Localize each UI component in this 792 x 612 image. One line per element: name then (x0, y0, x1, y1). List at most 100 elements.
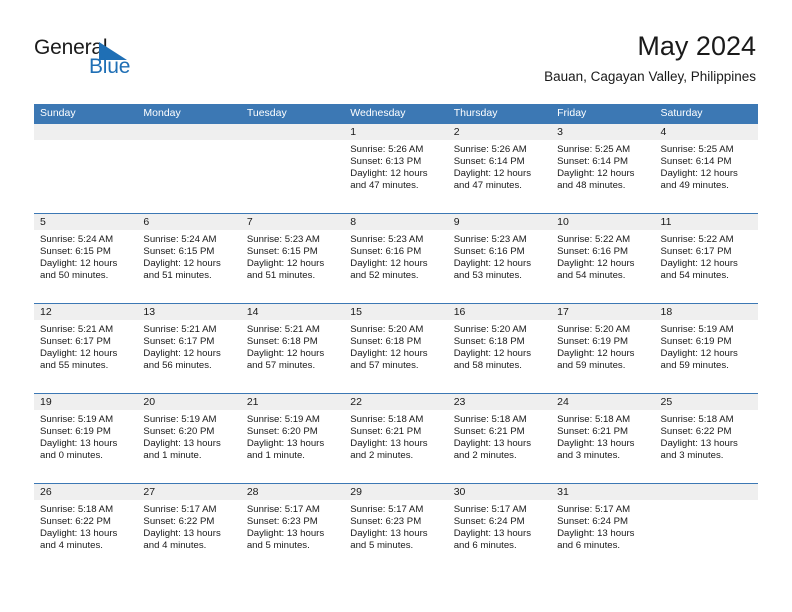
calendar-week-row: 19 Sunrise: 5:19 AM Sunset: 6:19 PM Dayligh… (34, 393, 758, 483)
day-cell[interactable] (240, 124, 345, 213)
day-cell[interactable]: 20 Sunrise: 5:19 AM Sunset: 6:20 PM Dayligh… (137, 394, 241, 483)
daylight-text-line2: and 59 minutes. (660, 360, 729, 372)
sunrise-text: Sunrise: 5:22 AM (660, 234, 734, 245)
daylight-text-line1: Daylight: 12 hours (143, 348, 221, 360)
day-cell[interactable]: 16 Sunrise: 5:20 AM Sunset: 6:18 PM Dayligh… (447, 304, 552, 393)
day-cell[interactable]: 9 Sunrise: 5:23 AM Sunset: 6:16 PM Daylight… (447, 214, 552, 303)
day-cell[interactable] (34, 124, 138, 213)
day-details: Sunrise: 5:18 AM Sunset: 6:21 PM Daylight:… (551, 410, 654, 462)
sunset-text: Sunset: 6:21 PM (557, 426, 629, 438)
day-details (137, 140, 240, 144)
calendar-page: General Blue May 2024 Bauan, Cagayan Val… (0, 0, 792, 612)
day-details (655, 500, 758, 504)
page-header: General Blue May 2024 Bauan, Cagayan Val… (0, 0, 792, 104)
sunrise-text: Sunrise: 5:18 AM (557, 414, 631, 425)
sunrise-text: Sunrise: 5:20 AM (453, 324, 527, 335)
day-details: Sunrise: 5:17 AM Sunset: 6:23 PM Daylight:… (241, 500, 344, 552)
day-number: 16 (447, 304, 552, 320)
sunrise-text: Sunrise: 5:18 AM (453, 414, 527, 425)
title-block: May 2024 Bauan, Cagayan Valley, Philippi… (544, 30, 756, 85)
day-cell[interactable]: 12 Sunrise: 5:21 AM Sunset: 6:17 PM Dayligh… (34, 304, 138, 393)
sunrise-text: Sunrise: 5:24 AM (40, 234, 114, 245)
sunset-text: Sunset: 6:19 PM (557, 336, 629, 348)
day-details: Sunrise: 5:17 AM Sunset: 6:22 PM Daylight:… (137, 500, 240, 552)
day-details (241, 140, 344, 144)
calendar-week-row: 1 Sunrise: 5:26 AM Sunset: 6:13 PM Daylight… (34, 123, 758, 213)
day-details: Sunrise: 5:25 AM Sunset: 6:14 PM Daylight:… (655, 140, 758, 192)
daylight-text-line2: and 1 minute. (246, 450, 305, 462)
day-number: 4 (654, 124, 758, 140)
daylight-text-line1: Daylight: 12 hours (40, 258, 118, 270)
generalblue-logo: General Blue (34, 36, 214, 86)
day-number: 7 (240, 214, 345, 230)
day-cell[interactable]: 4 Sunrise: 5:25 AM Sunset: 6:14 PM Daylight… (654, 124, 758, 213)
day-cell[interactable]: 25 Sunrise: 5:18 AM Sunset: 6:22 PM Dayligh… (654, 394, 758, 483)
day-cell[interactable]: 31 Sunrise: 5:17 AM Sunset: 6:24 PM Dayligh… (551, 484, 655, 573)
daylight-text-line2: and 2 minutes. (350, 450, 414, 462)
daylight-text-line1: Daylight: 12 hours (246, 348, 325, 360)
day-cell[interactable]: 29 Sunrise: 5:17 AM Sunset: 6:23 PM Dayligh… (344, 484, 448, 573)
day-cell[interactable]: 22 Sunrise: 5:18 AM Sunset: 6:21 PM Dayligh… (344, 394, 448, 483)
day-number: 10 (551, 214, 655, 230)
day-cell[interactable]: 28 Sunrise: 5:17 AM Sunset: 6:23 PM Dayligh… (240, 484, 345, 573)
daylight-text-line1: Daylight: 13 hours (40, 438, 118, 450)
day-number: 6 (137, 214, 241, 230)
calendar-grid: Sunday Monday Tuesday Wednesday Thursday… (34, 104, 758, 573)
day-cell[interactable]: 14 Sunrise: 5:21 AM Sunset: 6:18 PM Dayligh… (240, 304, 345, 393)
sunset-text: Sunset: 6:23 PM (350, 516, 422, 528)
day-details: Sunrise: 5:18 AM Sunset: 6:21 PM Daylight:… (448, 410, 551, 462)
day-cell[interactable]: 26 Sunrise: 5:18 AM Sunset: 6:22 PM Dayligh… (34, 484, 138, 573)
day-number (654, 484, 758, 500)
day-cell[interactable]: 5 Sunrise: 5:24 AM Sunset: 6:15 PM Daylight… (34, 214, 138, 303)
sunrise-text: Sunrise: 5:17 AM (350, 504, 424, 515)
day-number: 23 (447, 394, 552, 410)
day-cell[interactable]: 6 Sunrise: 5:24 AM Sunset: 6:15 PM Daylight… (137, 214, 241, 303)
day-cell[interactable]: 13 Sunrise: 5:21 AM Sunset: 6:17 PM Dayligh… (137, 304, 241, 393)
day-details: Sunrise: 5:20 AM Sunset: 6:18 PM Daylight:… (344, 320, 447, 372)
sunrise-text: Sunrise: 5:20 AM (350, 324, 424, 335)
daylight-text-line1: Daylight: 13 hours (246, 438, 325, 450)
day-cell[interactable]: 23 Sunrise: 5:18 AM Sunset: 6:21 PM Dayligh… (447, 394, 552, 483)
day-cell[interactable]: 21 Sunrise: 5:19 AM Sunset: 6:20 PM Dayligh… (240, 394, 345, 483)
day-number: 5 (34, 214, 138, 230)
day-details: Sunrise: 5:21 AM Sunset: 6:17 PM Daylight:… (137, 320, 240, 372)
sunset-text: Sunset: 6:15 PM (143, 246, 215, 258)
day-cell[interactable]: 17 Sunrise: 5:20 AM Sunset: 6:19 PM Dayligh… (551, 304, 655, 393)
daylight-text-line2: and 47 minutes. (350, 180, 419, 192)
day-cell[interactable] (654, 484, 758, 573)
daylight-text-line2: and 1 minute. (143, 450, 202, 462)
day-number: 28 (240, 484, 345, 500)
day-details: Sunrise: 5:22 AM Sunset: 6:17 PM Daylight:… (655, 230, 758, 282)
day-cell[interactable]: 30 Sunrise: 5:17 AM Sunset: 6:24 PM Dayligh… (447, 484, 552, 573)
day-cell[interactable]: 27 Sunrise: 5:17 AM Sunset: 6:22 PM Dayligh… (137, 484, 241, 573)
sunset-text: Sunset: 6:13 PM (350, 156, 422, 168)
sunrise-text: Sunrise: 5:17 AM (246, 504, 320, 515)
day-cell[interactable]: 18 Sunrise: 5:19 AM Sunset: 6:19 PM Dayligh… (654, 304, 758, 393)
daylight-text-line1: Daylight: 13 hours (143, 528, 221, 540)
day-number: 3 (551, 124, 655, 140)
day-cell[interactable]: 10 Sunrise: 5:22 AM Sunset: 6:16 PM Dayligh… (551, 214, 655, 303)
sunset-text: Sunset: 6:15 PM (40, 246, 111, 258)
day-cell[interactable]: 7 Sunrise: 5:23 AM Sunset: 6:15 PM Daylight… (240, 214, 345, 303)
day-cell[interactable]: 11 Sunrise: 5:22 AM Sunset: 6:17 PM Dayligh… (654, 214, 758, 303)
day-cell[interactable]: 3 Sunrise: 5:25 AM Sunset: 6:14 PM Daylight… (551, 124, 655, 213)
day-cell[interactable]: 19 Sunrise: 5:19 AM Sunset: 6:19 PM Dayligh… (34, 394, 138, 483)
day-cell[interactable]: 8 Sunrise: 5:23 AM Sunset: 6:16 PM Daylight… (344, 214, 448, 303)
day-number: 1 (344, 124, 448, 140)
daylight-text-line2: and 47 minutes. (453, 180, 522, 192)
daylight-text-line1: Daylight: 12 hours (453, 168, 532, 180)
day-cell[interactable]: 2 Sunrise: 5:26 AM Sunset: 6:14 PM Daylight… (447, 124, 552, 213)
sunrise-text: Sunrise: 5:25 AM (660, 144, 734, 155)
day-cell[interactable]: 1 Sunrise: 5:26 AM Sunset: 6:13 PM Daylight… (344, 124, 448, 213)
day-cell[interactable]: 15 Sunrise: 5:20 AM Sunset: 6:18 PM Dayligh… (344, 304, 448, 393)
daylight-text-line1: Daylight: 13 hours (557, 438, 635, 450)
day-number: 30 (447, 484, 552, 500)
daylight-text-line2: and 53 minutes. (453, 270, 522, 282)
day-details: Sunrise: 5:20 AM Sunset: 6:19 PM Daylight:… (551, 320, 654, 372)
sunset-text: Sunset: 6:18 PM (350, 336, 422, 348)
day-cell[interactable] (137, 124, 241, 213)
daylight-text-line2: and 58 minutes. (453, 360, 522, 372)
day-cell[interactable]: 24 Sunrise: 5:18 AM Sunset: 6:21 PM Dayligh… (551, 394, 655, 483)
sunrise-text: Sunrise: 5:17 AM (453, 504, 527, 515)
daylight-text-line2: and 57 minutes. (350, 360, 419, 372)
